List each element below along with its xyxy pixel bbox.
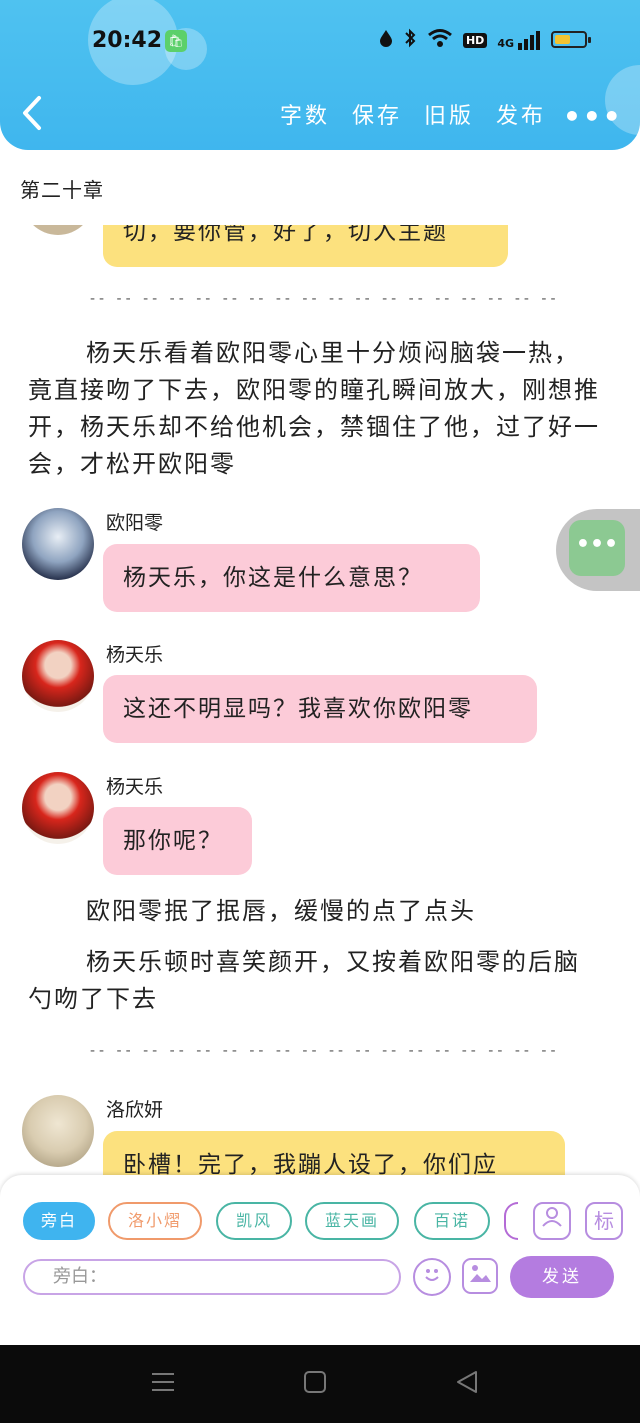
avatar[interactable]	[22, 1095, 94, 1167]
shopping-bag-icon: 🛍	[165, 30, 187, 52]
role-chip[interactable]: 凯风	[216, 1202, 292, 1240]
word-count-button[interactable]: 字数	[280, 98, 330, 130]
speaker-name: 欧阳零	[106, 512, 164, 534]
menu-icon[interactable]	[150, 1370, 176, 1399]
message-bubble: 这还不明显吗？我喜欢你欧阳零	[103, 675, 537, 743]
role-chip[interactable]: 蓝天画	[305, 1202, 399, 1240]
chapter-title: 第二十章	[20, 178, 104, 202]
more-dots-icon: •••	[569, 520, 625, 576]
avatar[interactable]	[22, 508, 94, 580]
network-label: 4G	[497, 36, 514, 50]
role-chip[interactable]: 洛小熠	[108, 1202, 202, 1240]
emoji-icon[interactable]	[413, 1258, 451, 1296]
send-button[interactable]: 发送	[510, 1256, 614, 1298]
role-card-icon[interactable]	[533, 1202, 571, 1240]
save-button[interactable]: 保存	[352, 98, 402, 130]
divider: -- -- -- -- -- -- -- -- -- -- -- -- -- -…	[90, 291, 560, 307]
home-icon[interactable]	[303, 1370, 327, 1399]
header-toolbar: 字数 保存 旧版 发布	[280, 98, 546, 130]
drop-icon	[379, 29, 393, 51]
narration-paragraph: 杨天乐顿时喜笑颜开，又按着欧阳零的后脑勺吻了下去	[28, 948, 580, 1013]
publish-button[interactable]: 发布	[496, 98, 546, 130]
hd-icon: HD	[462, 32, 488, 48]
message-bubble: 那你呢？	[103, 807, 252, 875]
bluetooth-icon	[403, 28, 417, 52]
story-content: 切，要你管，好了，切入主题 -- -- -- -- -- -- -- -- --…	[0, 225, 640, 1175]
avatar[interactable]	[22, 225, 94, 235]
floating-menu-button[interactable]: •••	[556, 509, 640, 591]
role-chip-narrator[interactable]: 旁白	[23, 1202, 95, 1240]
message-bubble: 切，要你管，好了，切入主题	[103, 225, 508, 267]
app-header: 20:42 🛍 HD 4G 字数 保存 旧版 发布 •••	[0, 0, 640, 150]
avatar[interactable]	[22, 640, 94, 712]
battery-icon	[551, 31, 591, 48]
message-input[interactable]: 旁白：	[23, 1259, 401, 1295]
old-version-button[interactable]: 旧版	[424, 98, 474, 130]
role-chip[interactable]	[504, 1202, 518, 1240]
message-bubble: 杨天乐，你这是什么意思？	[103, 544, 480, 612]
tag-icon[interactable]: 标	[585, 1202, 623, 1240]
speaker-name: 杨天乐	[106, 644, 164, 666]
wifi-icon	[427, 28, 453, 52]
battery-level	[555, 35, 570, 44]
status-time: 20:42	[92, 28, 163, 53]
image-icon[interactable]	[462, 1258, 498, 1294]
role-chip[interactable]: 百诺	[414, 1202, 490, 1240]
speaker-name: 洛欣妍	[106, 1099, 164, 1121]
back-icon[interactable]	[455, 1370, 479, 1399]
speaker-name: 杨天乐	[106, 776, 164, 798]
4g-signal-icon: 4G	[497, 30, 540, 50]
avatar[interactable]	[22, 772, 94, 844]
back-arrow-icon[interactable]	[20, 95, 50, 135]
narration-paragraph: 杨天乐看着欧阳零心里十分烦闷脑袋一热，竟直接吻了下去，欧阳零的瞳孔瞬间放大，刚想…	[28, 339, 600, 478]
narration-paragraph: 欧阳零抿了抿唇，缓慢的点了点头	[86, 897, 476, 925]
more-icon[interactable]: •••	[563, 100, 623, 133]
message-bubble: 卧槽！完了，我蹦人设了，你们应	[103, 1131, 565, 1175]
divider: -- -- -- -- -- -- -- -- -- -- -- -- -- -…	[90, 1043, 560, 1059]
status-icons: HD 4G	[379, 28, 540, 52]
